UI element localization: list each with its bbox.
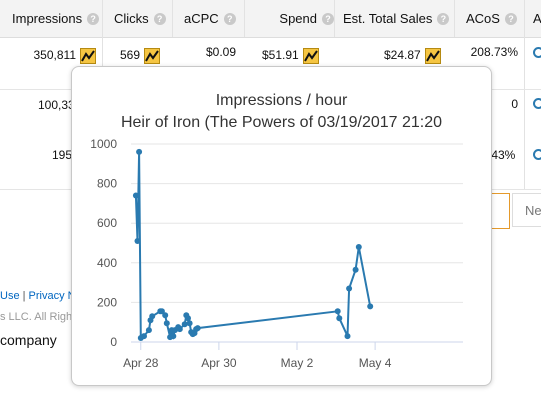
impressions-cell: 350,811 [0, 48, 96, 64]
impressions-line-chart: 0 200 400 600 800 1000 Apr 28 Apr 30 May 2 May 4 [90, 137, 463, 370]
trend-chart-icon[interactable] [302, 48, 319, 64]
trend-chart-icon[interactable] [424, 48, 441, 64]
x-tick-label: May 2 [281, 356, 314, 370]
column-header-label: aCPC [184, 11, 219, 26]
x-tick-label: Apr 30 [201, 356, 237, 370]
column-header-acpc[interactable]: aCPC ? [184, 0, 236, 37]
column-header-label: Impressions [12, 11, 83, 26]
column-header-label: ACoS [466, 11, 500, 26]
y-tick-label: 200 [97, 295, 117, 309]
conditions-of-use-link[interactable]: Use [0, 290, 20, 302]
column-header-acos[interactable]: ACoS ? [466, 0, 517, 37]
y-tick-label: 0 [110, 335, 117, 349]
data-point [334, 308, 341, 315]
copyright-text: s LLC. All Righ [0, 311, 73, 323]
x-tick-label: Apr 28 [123, 356, 159, 370]
column-header-est-total-sales[interactable]: Est. Total Sales ? [343, 0, 450, 37]
column-header-impressions[interactable]: Impressions ? [12, 0, 100, 37]
pagination-next-button[interactable]: Ne [512, 193, 541, 227]
column-divider [524, 37, 525, 189]
help-icon[interactable]: ? [153, 12, 166, 25]
column-header-label: Spend [279, 11, 317, 26]
column-divider [172, 0, 173, 37]
impressions-value: 350,811 [33, 48, 77, 63]
x-tick-label: May 4 [359, 356, 392, 370]
column-header-spend[interactable]: Spend ? [256, 0, 334, 37]
column-header-label: Est. Total Sales [343, 11, 433, 26]
y-tick-label: 600 [97, 216, 117, 230]
help-icon[interactable]: ? [87, 12, 100, 25]
column-divider [524, 0, 525, 37]
trend-chart-icon[interactable] [80, 48, 96, 64]
footer-separator: | [22, 290, 26, 302]
data-point [149, 313, 156, 320]
data-point [352, 266, 359, 273]
data-point [134, 238, 141, 244]
column-header-label: A [533, 11, 541, 26]
y-tick-label: 400 [97, 256, 117, 270]
column-divider [102, 0, 103, 37]
acos-value: .43% [488, 148, 516, 162]
trend-chart-icon[interactable] [144, 48, 161, 64]
sales-cell: $24.87 [384, 48, 441, 64]
spend-value: $51.91 [262, 48, 299, 63]
data-point [145, 327, 152, 334]
data-point [367, 303, 374, 310]
clicks-cell: 569 [120, 48, 161, 64]
data-point [136, 148, 143, 155]
impressions-chart-popup: Impressions / hour Heir of Iron (The Pow… [71, 66, 492, 386]
help-icon[interactable]: ? [437, 12, 450, 25]
column-divider [454, 0, 455, 37]
acos-value: 208.73% [470, 45, 518, 59]
help-icon[interactable]: ? [223, 12, 236, 25]
column-divider [244, 0, 245, 37]
help-icon[interactable]: ? [322, 12, 334, 25]
data-point [194, 325, 201, 332]
status-indicator-icon[interactable] [533, 149, 541, 160]
data-point [162, 312, 169, 319]
acpc-value: $0.09 [206, 45, 237, 59]
data-point [355, 244, 362, 250]
table-header: Impressions ? Clicks ? aCPC ? Spend ? Es… [0, 0, 541, 38]
column-header-clicks[interactable]: Clicks ? [114, 0, 166, 37]
data-point [336, 315, 343, 322]
column-divider [334, 0, 335, 37]
spend-cell: $51.91 [262, 48, 319, 64]
impressions-value: 195 [52, 148, 73, 162]
sales-value: $24.87 [384, 48, 421, 63]
data-point [132, 192, 139, 199]
data-point [176, 326, 183, 333]
column-header-truncated[interactable]: A [533, 0, 541, 37]
help-icon[interactable]: ? [504, 12, 517, 25]
status-indicator-icon[interactable] [533, 98, 541, 109]
company-text: company [0, 332, 57, 348]
column-header-label: Clicks [114, 11, 149, 26]
data-point [163, 320, 170, 327]
data-point [186, 320, 193, 327]
y-tick-label: 1000 [90, 137, 117, 151]
clicks-value: 569 [120, 48, 141, 63]
y-tick-label: 800 [97, 177, 117, 191]
status-indicator-icon[interactable] [533, 47, 541, 58]
data-point [170, 333, 177, 340]
data-point [344, 333, 351, 340]
privacy-notice-link[interactable]: Privacy N [29, 290, 76, 302]
data-point [141, 333, 147, 340]
data-point [346, 285, 353, 292]
footer-links: Use | Privacy N [0, 290, 76, 302]
